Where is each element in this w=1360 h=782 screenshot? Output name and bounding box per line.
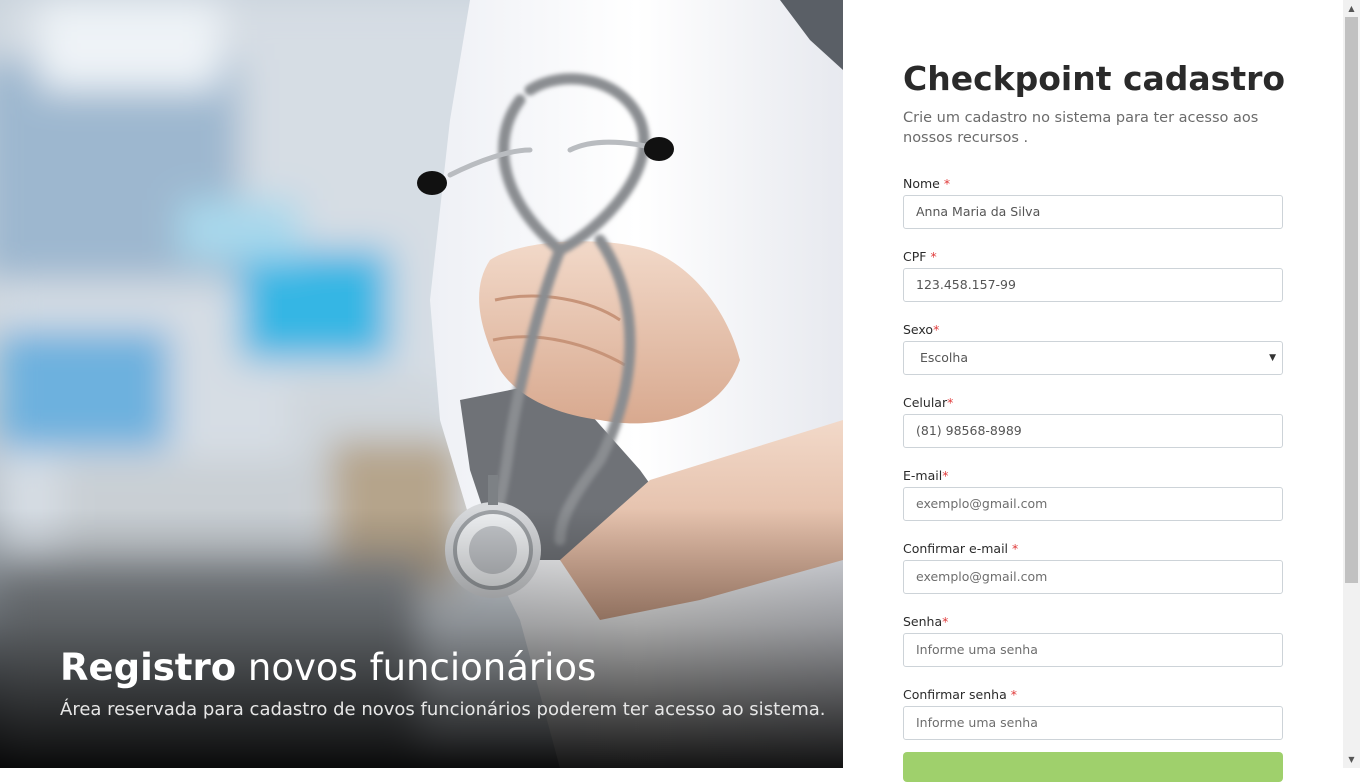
label-celular: Celular*: [903, 395, 954, 410]
required-mark: *: [1010, 687, 1017, 702]
hero-title: Registro novos funcionários: [60, 646, 596, 690]
scroll-up-arrow-icon[interactable]: ▲: [1343, 0, 1360, 17]
confirm-email-input[interactable]: exemplo@gmail.com: [903, 560, 1283, 594]
form-description: Crie um cadastro no sistema para ter ace…: [903, 110, 1259, 146]
confirm-password-input[interactable]: Informe uma senha: [903, 706, 1283, 740]
field-cpf: CPF * 123.458.157-99: [903, 249, 1283, 302]
required-mark: *: [947, 395, 954, 410]
sexo-selected-value: Escolha: [920, 350, 968, 365]
signup-panel: Checkpoint cadastro Crie um cadastro no …: [843, 0, 1343, 782]
field-sexo: Sexo* Escolha ▼: [903, 322, 1283, 375]
field-email: E-mail* exemplo@gmail.com: [903, 468, 1283, 521]
hero-title-rest: novos funcionários: [247, 646, 597, 689]
chevron-down-icon: ▼: [1269, 353, 1276, 363]
password-placeholder: Informe uma senha: [916, 642, 1038, 657]
submit-button[interactable]: [903, 752, 1283, 782]
nome-input[interactable]: Anna Maria da Silva: [903, 195, 1283, 229]
celular-value: (81) 98568-8989: [916, 423, 1022, 438]
required-mark: *: [942, 468, 949, 483]
cpf-input[interactable]: 123.458.157-99: [903, 268, 1283, 302]
required-mark: *: [933, 322, 940, 337]
required-mark: *: [1012, 541, 1019, 556]
hero-section: Registro novos funcionários Área reserva…: [0, 0, 843, 768]
hero-subtitle: Área reservada para cadastro de novos fu…: [60, 699, 826, 720]
label-confirm-email: Confirmar e-mail *: [903, 541, 1019, 556]
label-senha: Senha*: [903, 614, 949, 629]
page-scrollbar[interactable]: ▲ ▼: [1343, 0, 1360, 768]
required-mark: *: [942, 614, 949, 629]
required-mark: *: [930, 249, 937, 264]
label-cpf: CPF *: [903, 249, 937, 264]
field-nome: Nome * Anna Maria da Silva: [903, 176, 1283, 229]
scroll-down-arrow-icon[interactable]: ▼: [1343, 751, 1360, 768]
required-mark: *: [943, 176, 951, 191]
confirm-email-placeholder: exemplo@gmail.com: [916, 569, 1048, 584]
cpf-value: 123.458.157-99: [916, 277, 1016, 292]
field-celular: Celular* (81) 98568-8989: [903, 395, 1283, 448]
password-input[interactable]: Informe uma senha: [903, 633, 1283, 667]
hero-gradient-overlay: [0, 508, 843, 768]
email-placeholder: exemplo@gmail.com: [916, 496, 1048, 511]
celular-input[interactable]: (81) 98568-8989: [903, 414, 1283, 448]
hero-title-bold: Registro: [60, 646, 237, 689]
nome-value: Anna Maria da Silva: [916, 204, 1041, 219]
confirm-password-placeholder: Informe uma senha: [916, 715, 1038, 730]
field-confirm-email: Confirmar e-mail * exemplo@gmail.com: [903, 541, 1283, 594]
label-confirm-senha: Confirmar senha *: [903, 687, 1017, 702]
label-email: E-mail*: [903, 468, 949, 483]
field-senha: Senha* Informe uma senha: [903, 614, 1283, 667]
label-nome: Nome *: [903, 176, 951, 191]
field-confirm-senha: Confirmar senha * Informe uma senha: [903, 687, 1283, 740]
label-sexo: Sexo*: [903, 322, 940, 337]
scrollbar-thumb[interactable]: [1345, 17, 1358, 583]
email-input[interactable]: exemplo@gmail.com: [903, 487, 1283, 521]
sexo-select[interactable]: Escolha ▼: [903, 341, 1283, 375]
form-title: Checkpoint cadastro: [903, 59, 1286, 98]
